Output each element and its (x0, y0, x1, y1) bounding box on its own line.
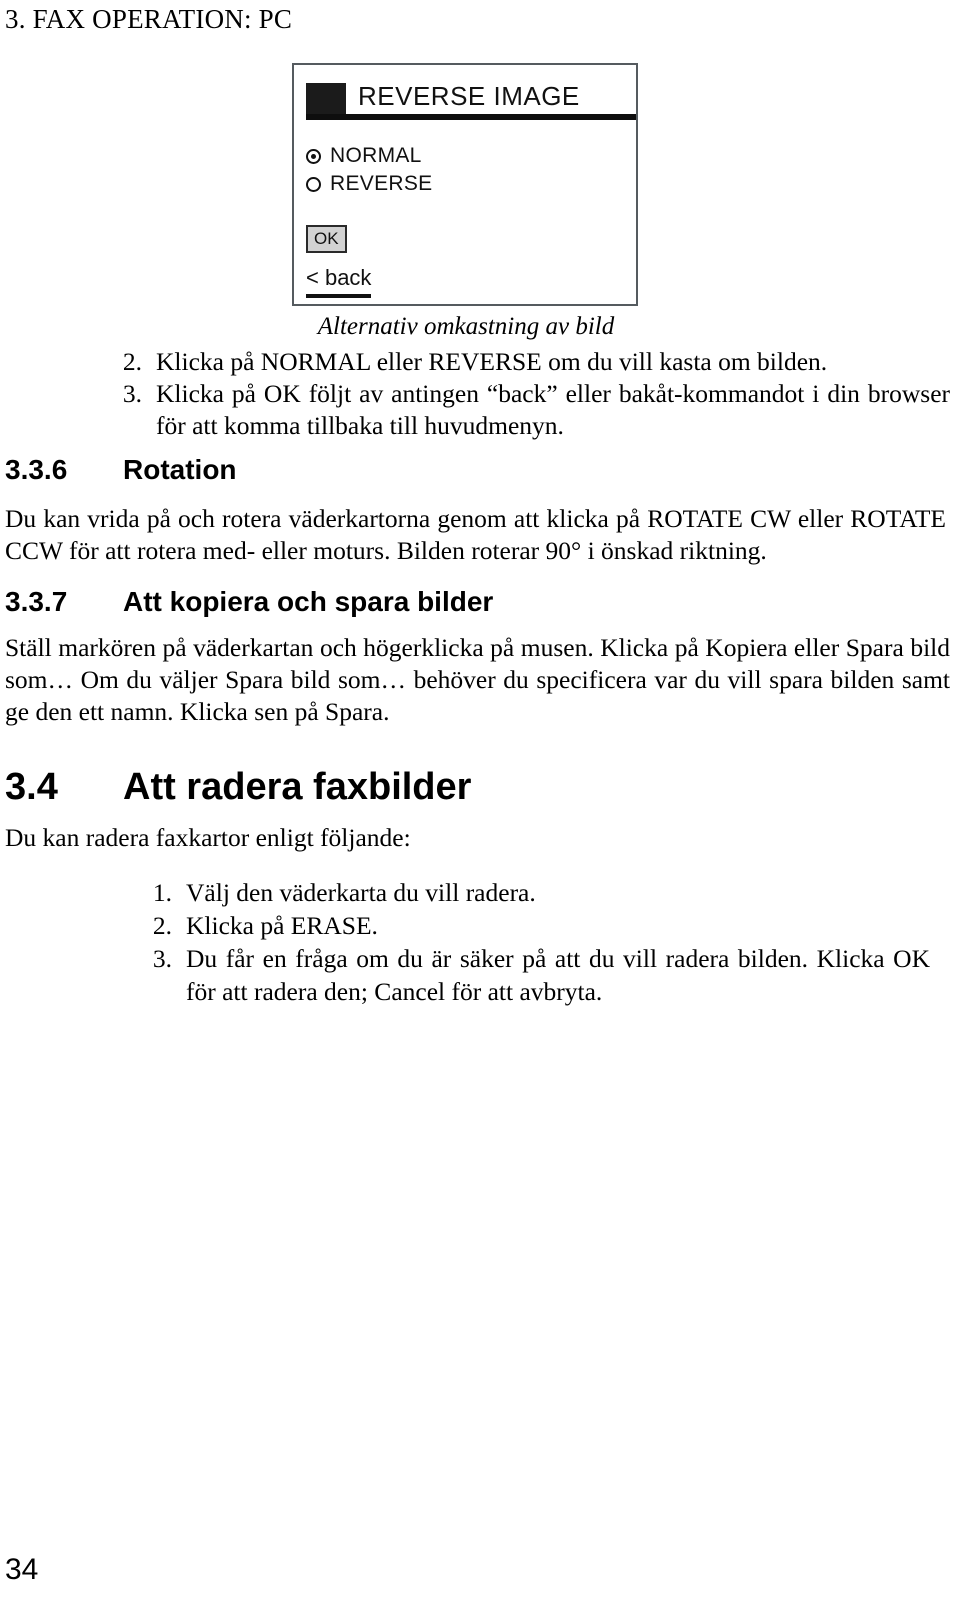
heading-number: 3.3.6 (5, 454, 68, 485)
list-item: 3. Klicka på OK följt av antingen “back”… (110, 378, 950, 442)
heading-number: 3.3.7 (5, 586, 68, 617)
radio-option-reverse[interactable]: REVERSE (306, 171, 432, 197)
dialog-title: REVERSE IMAGE (358, 81, 580, 111)
paragraph-rotation: Du kan vrida på och rotera väderkartorna… (5, 504, 946, 565)
radio-label-reverse: REVERSE (330, 172, 433, 195)
list-item-text: Klicka på OK följt av antingen “back” el… (156, 379, 950, 440)
list-item-number: 2. (152, 911, 172, 940)
steps-list-reverse-image: 2. Klicka på NORMAL eller REVERSE om du … (110, 346, 950, 442)
radio-unselected-icon[interactable] (306, 176, 321, 192)
image-mode-radio-group: NORMAL REVERSE (306, 143, 432, 199)
radio-selected-icon[interactable] (306, 148, 321, 164)
figure-reverse-image: REVERSE IMAGE NORMAL REVERSE OK < back A… (292, 63, 640, 341)
heading-title: Att radera faxbilder (123, 766, 472, 808)
dialog-titlebar: REVERSE IMAGE (294, 65, 636, 123)
list-item: 2. Klicka på ERASE. (140, 909, 930, 942)
list-item-text: Du får en fråga om du är säker på att du… (186, 944, 930, 1006)
radio-label-normal: NORMAL (330, 144, 422, 167)
back-link[interactable]: < back (306, 265, 372, 298)
list-item-text: Klicka på NORMAL eller REVERSE om du vil… (156, 347, 828, 376)
radio-option-normal[interactable]: NORMAL (306, 143, 432, 169)
ok-button[interactable]: OK (306, 225, 347, 253)
heading-section-3-3-6: 3.3.6 Rotation (5, 454, 237, 486)
running-head: 3. FAX OPERATION: PC (5, 4, 293, 34)
page-number: 34 (5, 1553, 39, 1586)
list-item-number: 2. (122, 347, 142, 376)
heading-title: Rotation (123, 454, 237, 485)
list-item: 1. Välj den väderkarta du vill radera. (140, 876, 930, 909)
list-item-number: 1. (152, 878, 172, 907)
list-item-text: Välj den väderkarta du vill radera. (186, 878, 536, 907)
heading-section-3-3-7: 3.3.7 Att kopiera och spara bilder (5, 586, 493, 618)
heading-title: Att kopiera och spara bilder (123, 586, 494, 617)
list-item: 2. Klicka på NORMAL eller REVERSE om du … (110, 346, 950, 378)
list-item-number: 3. (122, 379, 142, 408)
list-item: 3. Du får en fråga om du är säker på att… (140, 942, 930, 1008)
steps-list-erase: 1. Välj den väderkarta du vill radera. 2… (140, 876, 930, 1008)
list-item-number: 3. (152, 944, 172, 973)
heading-section-3-4: 3.4 Att radera faxbilder (5, 766, 471, 809)
heading-number: 3.4 (5, 766, 58, 808)
title-swatch-icon (306, 83, 346, 115)
paragraph-erase-intro: Du kan radera faxkartor enligt följande: (5, 823, 411, 852)
paragraph-copy-save: Ställ markören på väderkartan och högerk… (5, 633, 950, 726)
title-divider (306, 114, 636, 120)
list-item-text: Klicka på ERASE. (186, 911, 378, 940)
figure-caption: Alternativ omkastning av bild (317, 313, 615, 340)
reverse-image-dialog: REVERSE IMAGE NORMAL REVERSE OK < back (292, 63, 638, 306)
